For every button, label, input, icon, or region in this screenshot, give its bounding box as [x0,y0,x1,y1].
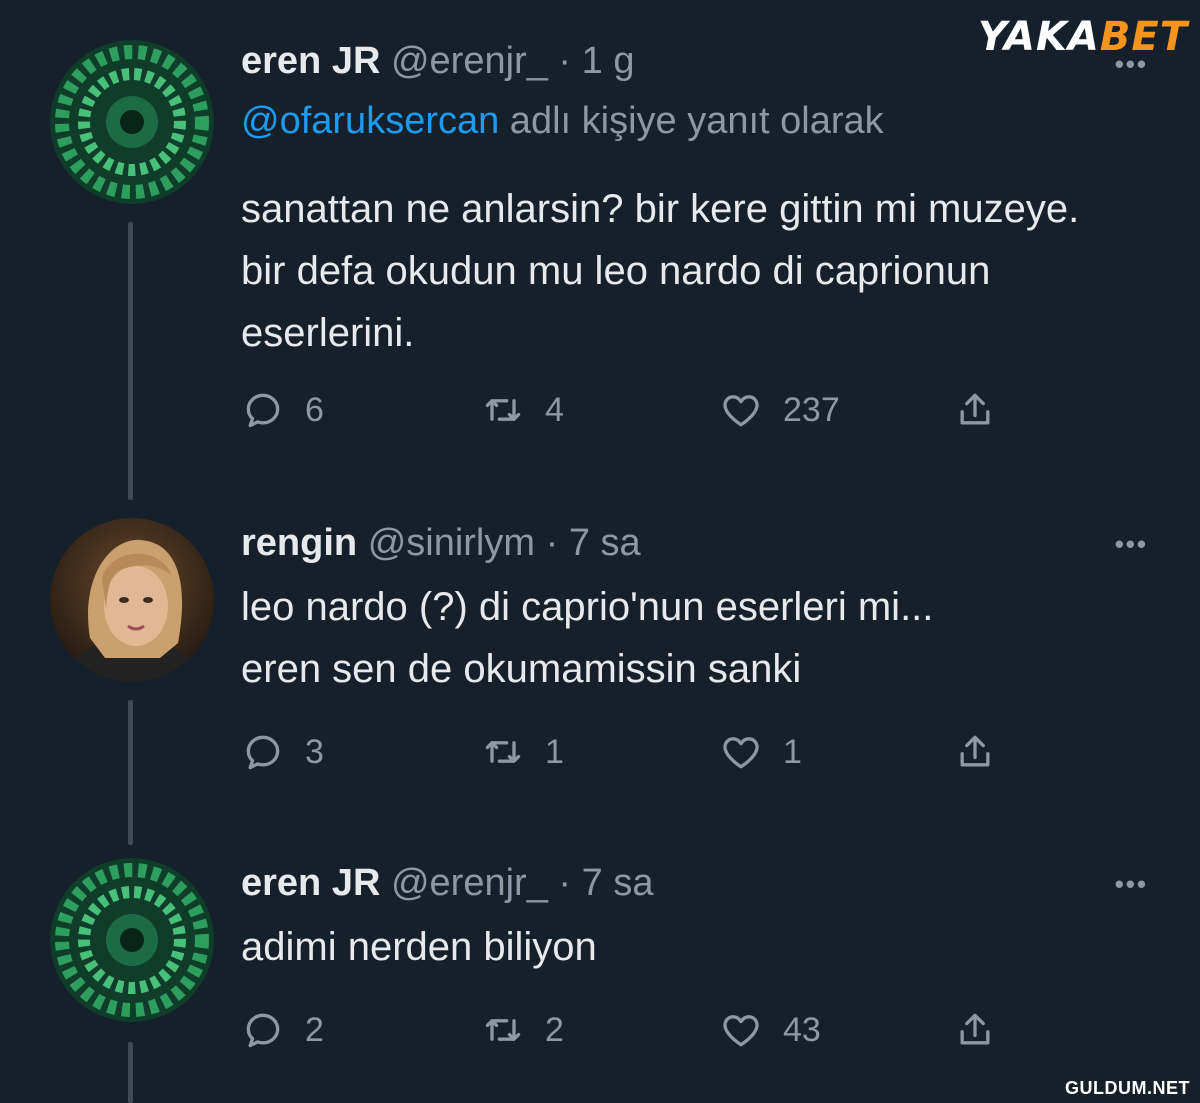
retweet-icon [485,1019,521,1041]
spiral-staircase-icon [50,40,214,204]
like-button[interactable]: 1 [719,722,802,782]
replying-to: @ofaruksercan adlı kişiye yanıt olarak [241,100,884,143]
heart-icon [723,395,759,427]
reply-button[interactable]: 3 [241,722,324,782]
timestamp[interactable]: 7 sa [569,522,641,564]
tweet-actions: 2 2 43 [241,1000,1021,1060]
thread-line [128,700,133,845]
spiral-staircase-icon [50,858,214,1022]
tweet-text: leo nardo (?) di caprio'nun eserleri mi.… [241,576,1141,700]
replying-label: adlı kişiye yanıt olarak [499,100,884,142]
display-name[interactable]: eren JR [241,862,380,904]
user-handle[interactable]: @sinirlym [368,522,535,564]
like-button[interactable]: 237 [719,380,840,440]
yakabet-logo: YAKA BET [978,14,1188,60]
tweet-text-line-1: leo nardo (?) di caprio'nun eserleri mi.… [241,585,934,629]
share-icon [960,1013,990,1045]
profile-photo-icon [50,518,214,682]
tweet-text: sanattan ne anlarsin? bir kere gittin mi… [241,187,1080,355]
reply-button[interactable]: 6 [241,380,324,440]
reply-icon [246,393,280,428]
tweet-actions: 3 1 1 [241,722,1021,782]
avatar[interactable] [50,518,214,682]
share-button[interactable] [953,722,997,782]
more-options-icon[interactable]: ••• [1115,531,1148,557]
display-name[interactable]: rengin [241,522,357,564]
like-count: 43 [783,1010,821,1049]
tweet-header: eren JR @erenjr_ · 1 g [241,38,634,84]
retweet-icon [485,741,521,763]
retweet-count: 1 [545,732,564,771]
timestamp[interactable]: 1 g [582,40,635,82]
share-icon [960,393,990,425]
timestamp[interactable]: 7 sa [582,862,654,904]
more-options-icon[interactable]: ••• [1115,871,1148,897]
thread-line [128,1042,133,1103]
thread-line [128,222,133,500]
user-handle[interactable]: @erenjr_ [391,862,548,904]
tweet-text: adimi nerden biliyon [241,925,597,969]
reply-count: 2 [305,1010,324,1049]
avatar[interactable] [50,858,214,1022]
like-button[interactable]: 43 [719,1000,821,1060]
heart-icon [723,1015,759,1047]
more-options-icon[interactable]: ••• [1115,51,1148,77]
share-button[interactable] [953,1000,997,1060]
retweet-count: 4 [545,390,564,429]
logo-text-white: YAKA [977,14,1100,60]
user-handle[interactable]: @erenjr_ [391,40,548,82]
reply-button[interactable]: 2 [241,1000,324,1060]
tweet-header: rengin @sinirlym · 7 sa [241,520,641,566]
share-icon [960,735,990,767]
tweet-actions: 6 4 237 [241,380,1021,440]
tweet-header: eren JR @erenjr_ · 7 sa [241,860,653,906]
separator: · [545,522,559,564]
separator: · [558,40,572,82]
retweet-count: 2 [545,1010,564,1049]
retweet-button[interactable]: 1 [481,722,564,782]
heart-icon [723,737,759,769]
like-count: 1 [783,732,802,771]
retweet-icon [485,399,521,421]
avatar[interactable] [50,40,214,204]
site-watermark: GULDUM.NET [1065,1078,1190,1098]
retweet-button[interactable]: 4 [481,380,564,440]
display-name[interactable]: eren JR [241,40,380,82]
like-count: 237 [783,390,840,429]
retweet-button[interactable]: 2 [481,1000,564,1060]
mention-link[interactable]: @ofaruksercan [241,100,499,142]
separator: · [558,862,572,904]
share-button[interactable] [953,380,997,440]
reply-icon [246,1013,280,1048]
reply-count: 6 [305,390,324,429]
reply-icon [246,735,280,770]
tweet-text-line-2: eren sen de okumamissin sanki [241,647,802,691]
reply-count: 3 [305,732,324,771]
